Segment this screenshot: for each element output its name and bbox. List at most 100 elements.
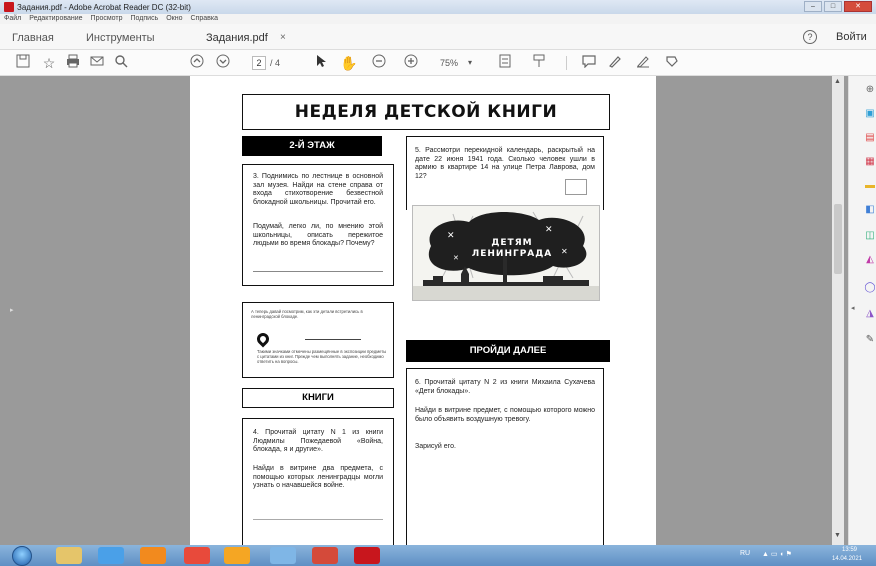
task6-text-c: Зарисуй его.	[415, 443, 456, 450]
page-number-input[interactable]: 2	[252, 56, 266, 70]
email-icon[interactable]	[88, 54, 106, 72]
floor-header: 2-Й ЭТАЖ	[242, 136, 382, 156]
task3-text: 3. Поднимись по лестнице в основной зал …	[253, 173, 383, 206]
menu-file[interactable]: Файл	[4, 14, 21, 24]
answer-line	[253, 271, 383, 272]
scroll-down-icon[interactable]: ▼	[834, 532, 841, 539]
edit-pdf-icon[interactable]: ▦	[864, 156, 876, 168]
create-pdf-icon[interactable]: ▤	[864, 132, 876, 144]
save-icon[interactable]	[14, 54, 32, 72]
task6-box: 6. Прочитай цитату N 2 из книги Михаила …	[406, 368, 604, 545]
search-tool-icon[interactable]: ⊕	[864, 84, 876, 96]
books-header: КНИГИ	[242, 388, 394, 408]
illustration-caption: ДЕТЯМ ЛЕНИНГРАДА	[471, 238, 553, 259]
scroll-mode-icon[interactable]	[530, 54, 548, 72]
explorer-taskbar-icon[interactable]	[56, 547, 82, 564]
task3-question: Подумай, легко ли, по мнению этой школьн…	[253, 223, 383, 248]
comment-tool-icon[interactable]: ▬	[864, 180, 876, 192]
powerpoint-taskbar-icon[interactable]	[312, 547, 338, 564]
menu-help[interactable]: Справка	[191, 14, 218, 24]
toolbar: ☆ 2 / 4 ✋ 75% ▾	[0, 50, 876, 76]
more-tools-icon[interactable]: ✎	[864, 334, 876, 346]
tab-home[interactable]: Главная	[12, 32, 54, 44]
svg-text:✕: ✕	[561, 247, 568, 256]
zoom-dropdown-icon[interactable]: ▾	[468, 58, 472, 67]
sign-icon[interactable]	[634, 54, 652, 72]
page-total: / 4	[270, 58, 281, 68]
fit-page-icon[interactable]	[496, 54, 514, 72]
vertical-scrollbar[interactable]: ▲ ▼	[832, 76, 844, 545]
task3-box: 3. Поднимись по лестнице в основной зал …	[242, 164, 394, 286]
tray-icons[interactable]: ▲ ▭ ◖ ⚑	[762, 550, 792, 558]
highlight-pen-icon[interactable]	[606, 54, 624, 72]
search-icon[interactable]	[112, 54, 130, 72]
right-tools-panel: ◂ ⊕ ▣ ▤ ▦ ▬ ◧ ◫ ◭ ◯ ◮ ✎	[848, 76, 876, 545]
zoom-in-icon[interactable]	[402, 54, 420, 72]
hand-tool-icon[interactable]: ✋	[340, 54, 358, 72]
task4-text-b: Найди в витрине два предмета, с помощью …	[253, 465, 383, 490]
acrobat-icon	[4, 2, 14, 12]
page-down-icon[interactable]	[214, 54, 232, 72]
scroll-up-icon[interactable]: ▲	[834, 78, 841, 85]
protect-icon[interactable]: ◯	[864, 282, 876, 294]
location-pin-icon	[254, 330, 272, 348]
maximize-button[interactable]: □	[824, 1, 842, 12]
help-icon[interactable]: ?	[803, 30, 817, 44]
right-panel-toggle-icon[interactable]: ◂	[851, 304, 855, 312]
media-taskbar-icon[interactable]	[140, 547, 166, 564]
fill-sign-icon[interactable]: ◭	[864, 254, 876, 266]
start-button[interactable]	[12, 546, 32, 566]
combine-files-icon[interactable]: ◧	[864, 204, 876, 216]
tab-document[interactable]: Задания.pdf	[206, 32, 268, 44]
menu-edit[interactable]: Редактирование	[29, 14, 82, 24]
chrome-taskbar-icon[interactable]	[184, 547, 210, 564]
task5-text: 5. Рассмотри перекидной календарь, раскр…	[415, 147, 595, 180]
star-icon[interactable]: ☆	[40, 54, 58, 72]
svg-text:✕: ✕	[453, 255, 459, 262]
pin-line	[305, 339, 361, 340]
language-indicator[interactable]: RU	[740, 550, 750, 557]
task6-text-b: Найди в витрине предмет, с помощью котор…	[415, 407, 595, 423]
task4-box: 4. Прочитай цитату N 1 из книги Людмилы …	[242, 418, 394, 545]
note-text-2: Такими значками отмечены размещённые в э…	[257, 349, 387, 364]
scroll-thumb[interactable]	[834, 204, 842, 274]
menu-window[interactable]: Окно	[166, 14, 182, 24]
comment-icon[interactable]	[580, 54, 598, 72]
answer-box	[565, 179, 587, 195]
note-text: А теперь давай посмотрим, как эти детали…	[251, 309, 363, 319]
photos-taskbar-icon[interactable]	[270, 547, 296, 564]
signin-button[interactable]: Войти	[836, 31, 867, 43]
send-sign-icon[interactable]: ◮	[864, 308, 876, 320]
toolbar-divider	[566, 56, 567, 70]
zoom-level[interactable]: 75%	[440, 58, 458, 68]
export-pdf-icon[interactable]: ▣	[864, 108, 876, 120]
tab-tools[interactable]: Инструменты	[86, 32, 155, 44]
yandex-taskbar-icon[interactable]	[224, 547, 250, 564]
taskbar: RU ▲ ▭ ◖ ⚑ 13:59 14.04.2021	[0, 545, 876, 566]
menu-view[interactable]: Просмотр	[91, 14, 123, 24]
answer-line	[253, 519, 383, 520]
window-controls: – □ ✕	[804, 1, 872, 12]
clock-time[interactable]: 13:59	[842, 547, 857, 553]
acrobat-taskbar-icon[interactable]	[354, 547, 380, 564]
clock-date[interactable]: 14.04.2021	[832, 556, 862, 562]
page-up-icon[interactable]	[188, 54, 206, 72]
next-header: ПРОЙДИ ДАЛЕЕ	[406, 340, 610, 362]
title-bar: Задания.pdf - Adobe Acrobat Reader DC (3…	[0, 0, 876, 14]
task4-text: 4. Прочитай цитату N 1 из книги Людмилы …	[253, 429, 383, 454]
stamp-icon[interactable]	[662, 54, 680, 72]
close-button[interactable]: ✕	[844, 1, 872, 12]
zoom-out-icon[interactable]	[370, 54, 388, 72]
task6-text: 6. Прочитай цитату N 2 из книги Михаила …	[415, 379, 595, 395]
minimize-button[interactable]: –	[804, 1, 822, 12]
tab-close-icon[interactable]: ×	[280, 32, 286, 43]
select-cursor-icon[interactable]	[312, 54, 330, 72]
left-panel-toggle-icon[interactable]: ▸	[10, 306, 14, 314]
pdf-page: НЕДЕЛЯ ДЕТСКОЙ КНИГИ 2-Й ЭТАЖ 3. Подними…	[190, 76, 656, 545]
svg-text:✕: ✕	[545, 224, 553, 234]
print-icon[interactable]	[64, 54, 82, 72]
organize-pages-icon[interactable]: ◫	[864, 230, 876, 242]
note-box: А теперь давай посмотрим, как эти детали…	[242, 302, 394, 378]
menu-sign[interactable]: Подпись	[131, 14, 159, 24]
ie-taskbar-icon[interactable]	[98, 547, 124, 564]
